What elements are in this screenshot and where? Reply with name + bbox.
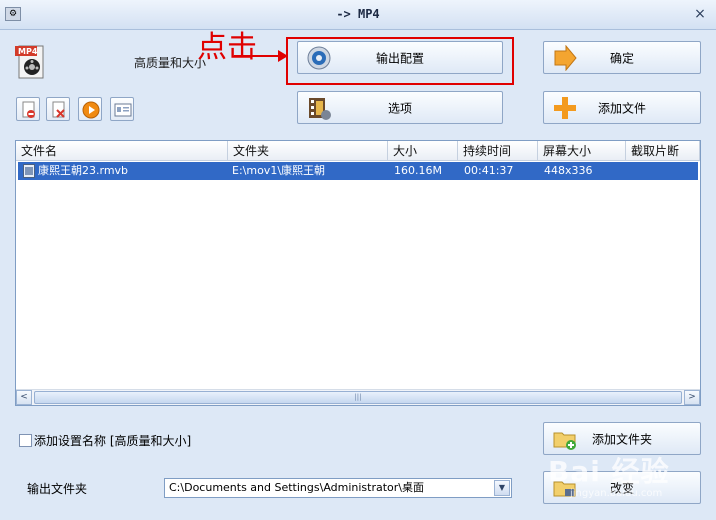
close-icon[interactable]: × — [692, 6, 708, 22]
play-button[interactable] — [78, 97, 102, 121]
scroll-right-icon[interactable]: > — [684, 390, 700, 405]
watermark-url: jingyan.baidu.com — [570, 488, 663, 499]
ok-button[interactable]: 确定 — [543, 41, 701, 74]
output-folder-value: C:\Documents and Settings\Administrator\… — [169, 481, 425, 494]
video-file-icon — [23, 164, 35, 178]
scroll-thumb[interactable]: ||| — [34, 391, 682, 404]
delete-file-icon — [52, 101, 65, 118]
options-label: 选项 — [387, 101, 412, 115]
table-row[interactable]: 康熙王朝23.rmvb E:\mov1\康熙王朝 160.16M 00:41:3… — [18, 162, 698, 180]
output-config-button[interactable]: 输出配置 — [297, 41, 503, 74]
column-header-duration[interactable]: 持续时间 — [458, 141, 538, 161]
column-header-screen-size[interactable]: 屏幕大小 — [538, 141, 626, 161]
add-setting-checkbox[interactable] — [19, 434, 32, 447]
output-folder-label: 输出文件夹 — [27, 482, 88, 496]
horizontal-scrollbar[interactable]: < ||| > — [16, 389, 700, 405]
delete-file-button[interactable] — [46, 97, 70, 121]
add-setting-label: 添加设置名称 [高质量和大小] — [34, 434, 192, 448]
options-button[interactable]: 选项 — [297, 91, 503, 124]
row-screen-size: 448x336 — [544, 164, 593, 177]
column-header-filename[interactable]: 文件名 — [16, 141, 228, 161]
play-icon — [82, 101, 100, 119]
row-filename: 康熙王朝23.rmvb — [38, 164, 129, 177]
column-header-clip[interactable]: 截取片断 — [626, 141, 700, 161]
info-button[interactable] — [110, 97, 134, 121]
mp4-icon-text: MP4 — [18, 47, 38, 56]
remove-file-button[interactable] — [16, 97, 40, 121]
watermark-logo: Bai 经验 — [548, 455, 670, 488]
add-file-label: 添加文件 — [597, 101, 646, 115]
output-config-label: 输出配置 — [375, 51, 424, 65]
remove-file-icon — [22, 101, 35, 118]
row-size: 160.16M — [394, 164, 442, 177]
profile-name: 高质量和大小 — [134, 56, 207, 70]
row-duration: 00:41:37 — [464, 164, 514, 177]
output-folder-select[interactable]: C:\Documents and Settings\Administrator\… — [164, 478, 512, 498]
ok-label: 确定 — [609, 51, 634, 65]
column-header-size[interactable]: 大小 — [388, 141, 458, 161]
file-list[interactable]: 文件名 文件夹 大小 持续时间 屏幕大小 截取片断 康熙王朝23.rmvb E:… — [15, 140, 701, 406]
info-icon — [114, 103, 132, 117]
annotation-arrow — [234, 50, 288, 62]
list-header: 文件名 文件夹 大小 持续时间 屏幕大小 截取片断 — [16, 141, 700, 161]
add-file-button[interactable]: 添加文件 — [543, 91, 701, 124]
column-header-folder[interactable]: 文件夹 — [228, 141, 388, 161]
title-bar: ⚙ -> MP4 × — [0, 0, 716, 30]
mp4-format-icon: MP4 — [15, 44, 47, 80]
row-clip — [632, 162, 698, 180]
row-folder: E:\mov1\康熙王朝 — [232, 164, 326, 177]
window-title: -> MP4 — [336, 7, 380, 21]
add-folder-label: 添加文件夹 — [591, 432, 652, 446]
scroll-left-icon[interactable]: < — [16, 390, 32, 405]
chevron-down-icon[interactable]: ▼ — [494, 480, 510, 496]
